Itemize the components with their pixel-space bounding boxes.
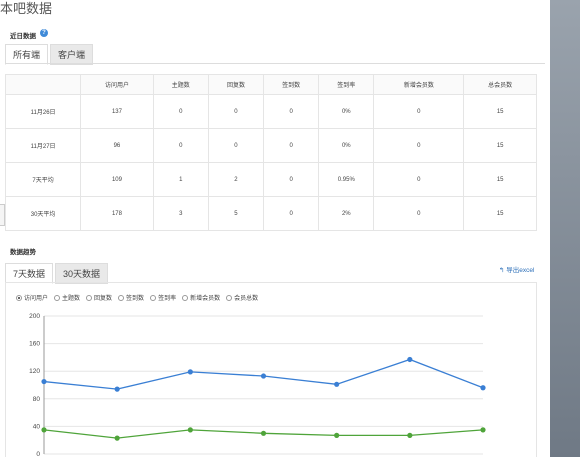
data-point xyxy=(114,435,120,441)
data-point xyxy=(334,432,340,438)
data-point xyxy=(114,386,120,392)
data-point xyxy=(480,385,486,391)
data-point xyxy=(260,373,267,379)
y-tick-label: 200 xyxy=(29,313,40,320)
data-point xyxy=(41,427,47,433)
y-tick-label: 40 xyxy=(33,423,41,430)
y-tick-label: 120 xyxy=(29,368,40,375)
data-point xyxy=(187,369,193,375)
data-point xyxy=(187,427,193,433)
data-point xyxy=(480,427,486,433)
data-point xyxy=(407,356,413,363)
data-point xyxy=(41,378,47,385)
data-point xyxy=(260,430,267,436)
data-point xyxy=(407,432,413,438)
y-tick-label: 160 xyxy=(29,341,40,348)
y-tick-label: 80 xyxy=(33,396,41,403)
trend-line-chart: 0 40 80 120 160 200 xyxy=(29,313,486,457)
y-tick-label: 0 xyxy=(36,451,40,457)
data-point xyxy=(334,381,340,387)
